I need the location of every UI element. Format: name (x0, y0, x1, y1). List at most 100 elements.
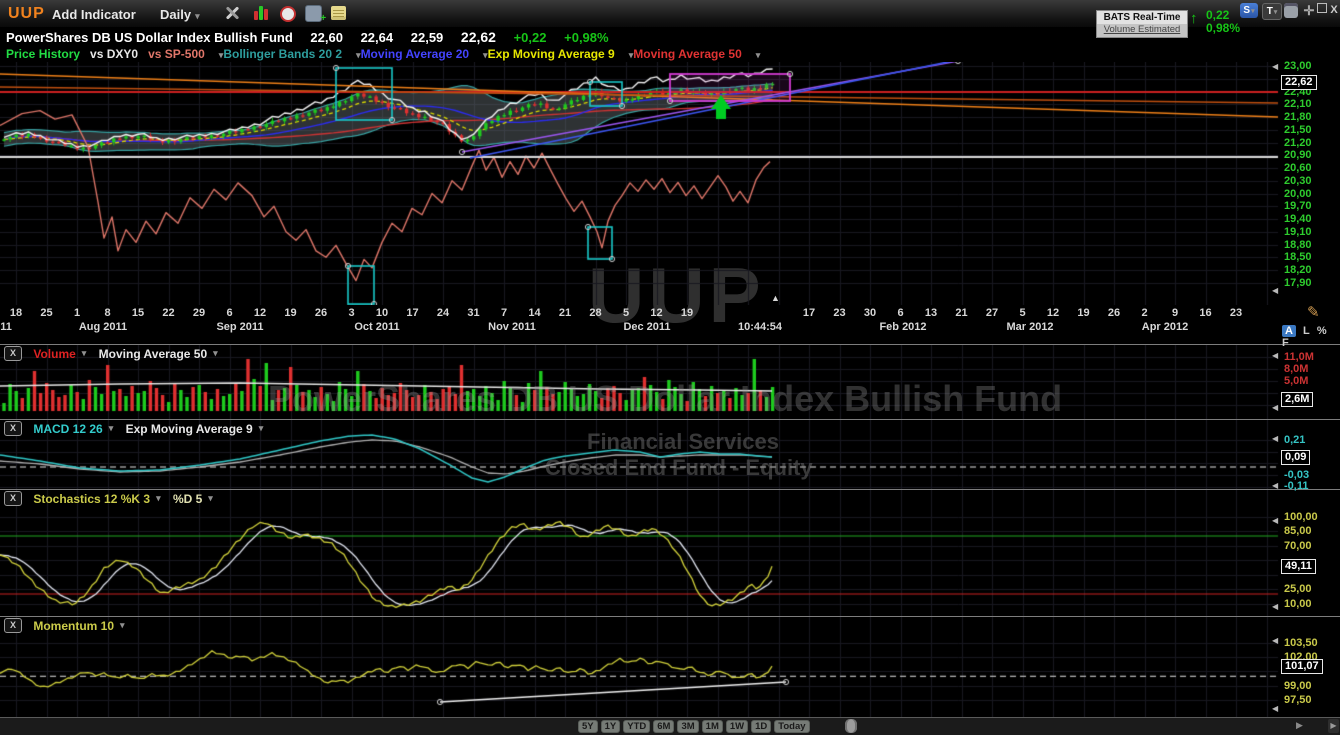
x-axis-day-label: 6 (897, 307, 904, 319)
maximize-icon[interactable] (1316, 3, 1328, 18)
range-button-1d[interactable]: 1D (751, 720, 772, 733)
range-button-6m[interactable]: 6M (653, 720, 675, 733)
calculator-icon[interactable]: + (304, 4, 326, 24)
close-icon[interactable]: X (1328, 3, 1340, 18)
overlay-indicator-3[interactable]: Bollinger Bands 20 2 (223, 47, 342, 61)
high-price: 22,64 (360, 30, 394, 45)
price-chart-canvas[interactable] (0, 62, 1340, 305)
axis-nudge-icon[interactable]: ◀ (1272, 434, 1278, 443)
tools-icon[interactable] (222, 4, 242, 22)
chevron-down-icon[interactable]: ▾ (483, 50, 488, 60)
overlay-indicator-bar: Price History vs DXY0 vs SP-500 ▾ Bollinger … (6, 47, 760, 62)
range-button-ytd[interactable]: YTD (623, 720, 651, 733)
x-axis-day-label: 12 (650, 307, 663, 319)
macd-label[interactable]: MACD 12 26 (33, 422, 102, 436)
axis-tick-label: 20,90 (1284, 149, 1312, 161)
current-time-label: 10:44:54 (737, 321, 783, 333)
chevron-down-icon[interactable]: ▾ (109, 423, 114, 433)
period-dropdown[interactable]: Daily ▾ (160, 7, 200, 22)
volume-close-button[interactable]: X (4, 346, 22, 362)
stochastics-chart-canvas[interactable] (0, 489, 1340, 616)
axis-mode-arithmetic[interactable]: A (1282, 325, 1296, 337)
chevron-down-icon[interactable]: ▾ (120, 620, 125, 630)
momentum-chart-canvas[interactable] (0, 616, 1340, 717)
range-button-1m[interactable]: 1M (701, 720, 723, 733)
stochastics-close-button[interactable]: X (4, 491, 22, 507)
scroll-corner-button[interactable]: ▶ (1328, 719, 1339, 733)
chevron-down-icon[interactable]: ▾ (156, 493, 161, 503)
x-axis-month-label: Mar 2012 (1006, 321, 1054, 333)
axis-nudge-icon[interactable]: ◀ (1272, 602, 1278, 611)
x-axis-month-label: 2011 (0, 321, 12, 333)
axis-mode-log[interactable]: L (1303, 325, 1310, 337)
symbol-link-button[interactable]: S▾ (1240, 3, 1258, 18)
axis-nudge-icon[interactable]: ◀ (1272, 62, 1278, 71)
fund-name: PowerShares DB US Dollar Index Bullish F… (6, 30, 293, 45)
overlay-indicator-5[interactable]: Exp Moving Average 9 (488, 47, 615, 61)
chevron-down-icon[interactable]: ▾ (213, 348, 218, 358)
range-button-3m[interactable]: 3M (677, 720, 699, 733)
macd-signal-label[interactable]: Exp Moving Average 9 (126, 422, 253, 436)
x-axis-day-label: 23 (833, 307, 846, 319)
axis-tick-label: 19,40 (1284, 213, 1312, 225)
move-icon[interactable]: ✛ (1302, 3, 1316, 18)
macd-close-button[interactable]: X (4, 421, 22, 437)
datafeed-badge: BATS Real-Time Volume Estimated (1096, 10, 1188, 38)
change-percent: +0,98% (564, 30, 609, 45)
x-axis-day-label: 21 (955, 307, 968, 319)
overlay-indicator-1[interactable]: vs DXY0 (90, 47, 138, 61)
range-button-1w[interactable]: 1W (725, 720, 749, 733)
volume-ma-label[interactable]: Moving Average 50 (99, 347, 207, 361)
overlay-indicator-6[interactable]: Moving Average 50 (633, 47, 741, 61)
x-axis-month-label: Feb 2012 (879, 321, 927, 333)
pencil-edit-icon[interactable]: ✎ (1307, 303, 1320, 321)
time-scrollbar[interactable]: 5Y 1Y YTD 6M 3M 1M 1W 1D Today ▶ ▶ (0, 718, 1340, 735)
stochastics-d-label[interactable]: %D 5 (173, 492, 202, 506)
momentum-label[interactable]: Momentum 10 (33, 619, 114, 633)
volume-label[interactable]: Volume (33, 347, 75, 361)
axis-nudge-icon[interactable]: ◀ (1272, 481, 1278, 490)
axis-tick-label: 20,30 (1284, 175, 1312, 187)
x-axis-day-label: 7 (500, 307, 508, 319)
alert-clock-icon[interactable] (278, 4, 298, 22)
scroll-right-icon[interactable]: ▶ (1296, 720, 1303, 731)
axis-nudge-icon[interactable]: ◀ (1272, 704, 1278, 713)
range-button-today[interactable]: Today (774, 720, 810, 733)
axis-mode-percent[interactable]: % (1317, 325, 1327, 337)
volume-estimated-link[interactable]: Volume Estimated (1097, 24, 1187, 37)
panel-divider (0, 419, 1340, 420)
text-tool-button[interactable]: T▾ (1262, 3, 1282, 20)
chevron-down-icon[interactable]: ▾ (756, 50, 761, 60)
chevron-down-icon[interactable]: ▾ (356, 50, 361, 60)
save-icon[interactable] (1284, 3, 1298, 18)
current-value-box: 22,62 (1281, 75, 1317, 90)
momentum-close-button[interactable]: X (4, 618, 22, 634)
range-button-1y[interactable]: 1Y (600, 720, 621, 733)
axis-nudge-icon[interactable]: ◀ (1272, 286, 1278, 295)
axis-nudge-icon[interactable]: ◀ (1272, 403, 1278, 412)
panel-divider (0, 489, 1340, 490)
notes-icon[interactable] (330, 4, 350, 22)
axis-nudge-icon[interactable]: ◀ (1272, 516, 1278, 525)
axis-mode-buttons: A L % F (1282, 325, 1340, 349)
axis-mode-fixed[interactable]: F (1282, 337, 1289, 349)
x-axis-day-label: 26 (1107, 307, 1121, 319)
stochastics-label[interactable]: Stochastics 12 %K 3 (33, 492, 150, 506)
overlay-indicator-2[interactable]: vs SP-500 (148, 47, 205, 61)
range-button-5y[interactable]: 5Y (578, 720, 598, 733)
axis-nudge-icon[interactable]: ◀ (1272, 636, 1278, 645)
overlay-indicator-4[interactable]: Moving Average 20 (361, 47, 469, 61)
chevron-down-icon[interactable]: ▾ (82, 348, 87, 358)
axis-tick-label: 100,00 (1284, 511, 1318, 523)
chevron-down-icon[interactable]: ▾ (208, 493, 213, 503)
last-price: 22,62 (460, 29, 496, 45)
chevron-down-icon[interactable]: ▾ (259, 423, 264, 433)
axis-tick-label: 20,60 (1284, 162, 1312, 174)
panel-divider (0, 616, 1340, 617)
add-indicator-button[interactable]: Add Indicator (52, 7, 136, 22)
axis-nudge-icon[interactable]: ◀ (1272, 351, 1278, 360)
scrollbar-thumb[interactable] (845, 719, 857, 733)
overlay-indicator-0[interactable]: Price History (6, 47, 80, 61)
axis-tick-label: 17,90 (1284, 277, 1312, 289)
chart-style-icon[interactable] (252, 4, 272, 22)
